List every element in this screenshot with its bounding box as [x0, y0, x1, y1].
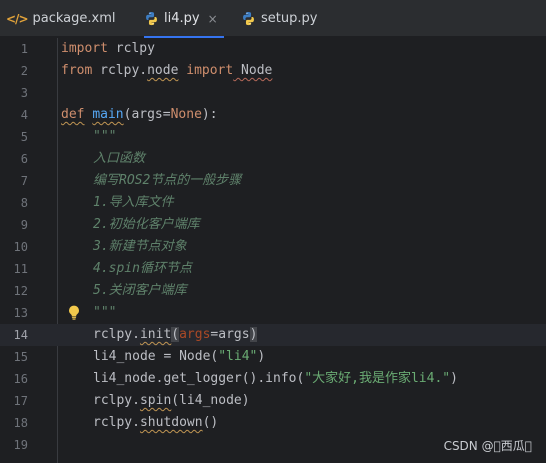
code-text: 2.初始化客户端库	[93, 217, 200, 232]
line-number: 12	[13, 284, 28, 298]
tab-label: li4.py	[164, 11, 200, 26]
tab-package-xml[interactable]: </> package.xml	[6, 0, 115, 37]
code-line[interactable]: 13 """	[0, 302, 546, 324]
code-text: import rclpy	[61, 41, 155, 56]
code-text: li4_node = Node("li4")	[93, 349, 266, 364]
line-number: 4	[20, 108, 28, 122]
code-text: rclpy.spin(li4_node)	[93, 393, 250, 408]
editor-tab-bar: </> package.xml li4.py × setup.py	[0, 0, 546, 38]
close-icon[interactable]: ×	[208, 12, 218, 26]
code-text: 编写ROS2节点的一般步骤	[93, 173, 242, 188]
code-line[interactable]: 3	[0, 82, 546, 104]
watermark: CSDN @ 西瓜 	[443, 439, 532, 453]
code-line[interactable]: 17 rclpy.spin(li4_node)	[0, 390, 546, 412]
line-number: 8	[20, 196, 28, 210]
line-number: 7	[20, 174, 28, 188]
code-line[interactable]: 2 from rclpy.node import Node	[0, 60, 546, 82]
code-text: def main(args=None):	[61, 107, 218, 122]
code-text: """	[93, 305, 117, 320]
line-number: 17	[13, 394, 28, 408]
code-text: 3.新建节点对象	[93, 239, 187, 254]
code-text: 5.关闭客户端库	[93, 283, 187, 298]
code-line[interactable]: 18 rclpy.shutdown()	[0, 412, 546, 434]
code-line[interactable]: 10 3.新建节点对象	[0, 236, 546, 258]
code-text: 入口函数	[93, 151, 146, 166]
code-text: """	[93, 129, 117, 144]
line-number: 18	[13, 416, 28, 430]
tab-setup-py[interactable]: setup.py	[241, 0, 317, 37]
line-number: 9	[20, 218, 28, 232]
code-line[interactable]: 6 入口函数	[0, 148, 546, 170]
code-line[interactable]: 4 def main(args=None):	[0, 104, 546, 126]
line-number: 11	[13, 262, 28, 276]
line-number: 10	[13, 240, 28, 254]
code-text: li4_node.get_logger().info("大家好,我是作家li4.…	[93, 371, 458, 386]
line-number: 14	[13, 328, 28, 342]
current-code-line[interactable]: 14 rclpy.init(args=args)	[0, 324, 546, 346]
line-number: 5	[20, 130, 28, 144]
tab-label: setup.py	[261, 11, 318, 26]
line-number: 16	[13, 372, 28, 386]
tab-label: package.xml	[32, 11, 116, 26]
code-line[interactable]: 1 import rclpy	[0, 38, 546, 60]
line-number: 3	[20, 86, 28, 100]
code-text: 1.导入库文件	[93, 195, 174, 210]
code-line[interactable]: 15 li4_node = Node("li4")	[0, 346, 546, 368]
code-line[interactable]: 11 4.spin循环节点	[0, 258, 546, 280]
line-number: 13	[13, 306, 28, 320]
code-text: 4.spin循环节点	[93, 261, 192, 276]
code-line[interactable]: 8 1.导入库文件	[0, 192, 546, 214]
line-number: 2	[20, 64, 28, 78]
code-line[interactable]: 12 5.关闭客户端库	[0, 280, 546, 302]
line-number: 15	[13, 350, 28, 364]
code-editor[interactable]: 1 import rclpy 2 from rclpy.node import …	[0, 38, 546, 463]
line-number: 19	[13, 438, 28, 452]
tab-li4-py[interactable]: li4.py ×	[144, 0, 224, 38]
line-number: 6	[20, 152, 28, 166]
code-text: rclpy.init(args=args)	[93, 327, 258, 342]
code-line[interactable]: 16 li4_node.get_logger().info("大家好,我是作家l…	[0, 368, 546, 390]
python-icon	[144, 11, 159, 26]
code-line[interactable]: 5 """	[0, 126, 546, 148]
python-icon	[241, 11, 256, 26]
line-number: 1	[20, 42, 28, 56]
code-text: rclpy.shutdown()	[93, 415, 219, 430]
xml-icon: </>	[6, 11, 28, 26]
code-line[interactable]: 9 2.初始化客户端库	[0, 214, 546, 236]
code-line[interactable]: 7 编写ROS2节点的一般步骤	[0, 170, 546, 192]
code-text: from rclpy.node import Node	[61, 63, 273, 78]
ide-window: </> package.xml li4.py × setup.py 1 impo…	[0, 0, 546, 463]
